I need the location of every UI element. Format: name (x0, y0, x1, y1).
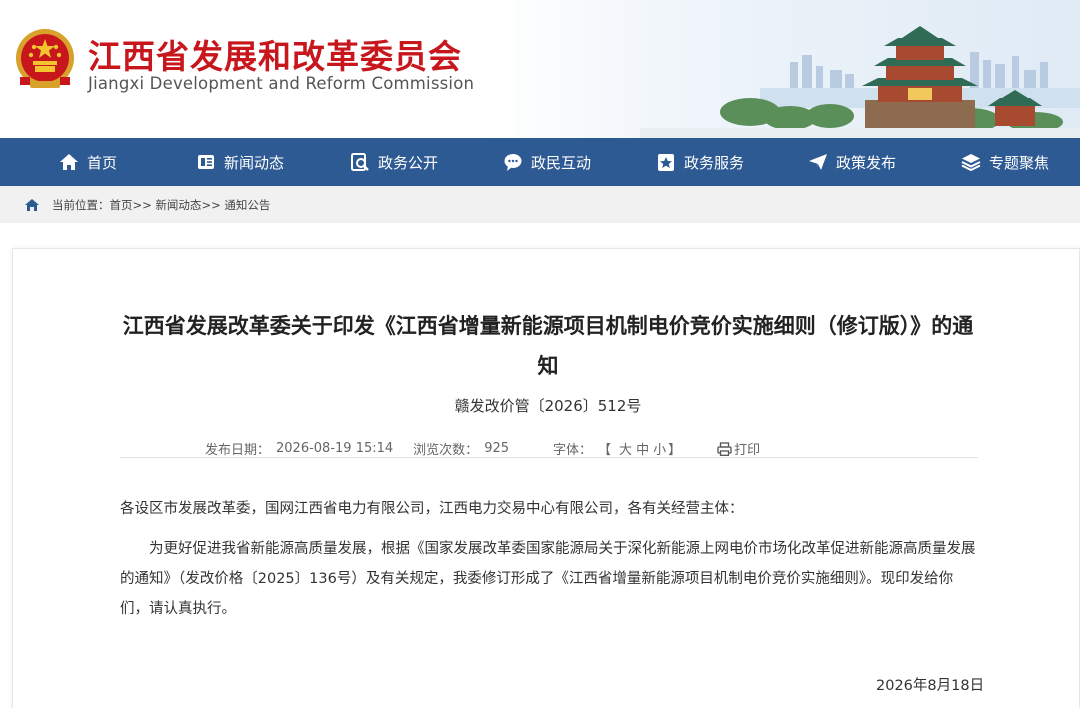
breadcrumb-link-notices[interactable]: 通知公告 (224, 198, 270, 212)
signature-date: 2026年8月18日 (876, 678, 985, 694)
font-large-button[interactable]: 大 (619, 443, 632, 458)
nav-item-label: 政务公开 (378, 153, 439, 172)
site-subtitle: Jiangxi Development and Reform Commissio… (88, 74, 475, 93)
location-home-icon (25, 199, 39, 211)
nav-item-label: 政民互动 (531, 153, 592, 172)
search-doc-icon (351, 153, 369, 171)
document-number: 赣发改价管〔2026〕512号 (454, 397, 642, 415)
nav-item-label: 政策发布 (836, 153, 897, 172)
site-title: 江西省发展和改革委员会 (88, 37, 462, 76)
font-small-button[interactable]: 小 (653, 443, 666, 458)
publish-date-label: 发布日期： (205, 443, 271, 458)
nav-item-label: 专题聚焦 (989, 153, 1050, 172)
nav-item-label: 政务服务 (684, 153, 745, 172)
main-nav: 首页 新闻动态 政务公开 政民互动 政务服务 政策发布 专题聚焦 (0, 138, 1080, 186)
layers-icon (961, 154, 981, 172)
nav-item-home[interactable]: 首页 (59, 138, 117, 186)
meta-divider (120, 457, 978, 458)
nav-item-label: 新闻动态 (224, 153, 285, 172)
news-icon (198, 155, 214, 169)
article-body-paragraph: 为更好促进我省新能源高质量发展，根据《国家发展改革委国家能源局关于深化新能源上网… (120, 541, 976, 617)
breadcrumb-separator: >> (132, 198, 152, 212)
article-salutation: 各设区市发展改革委，国网江西省电力有限公司，江西电力交易中心有限公司，各有关经营… (120, 501, 744, 517)
tengwang-pavilion-scenery (640, 26, 1080, 138)
article-title: 江西省发展改革委关于印发《江西省增量新能源项目机制电价竞价实施细则（修订版）》的… (122, 314, 974, 378)
site-header: 江西省发展和改革委员会 Jiangxi Development and Refo… (0, 0, 1080, 138)
font-medium-button[interactable]: 中 (636, 443, 649, 458)
font-size-switcher: 【大中小】 (598, 439, 687, 458)
chat-icon (504, 154, 522, 171)
printer-icon (717, 441, 732, 456)
print-label: 打印 (734, 443, 761, 458)
breadcrumb-prefix: 当前位置： (52, 198, 110, 212)
view-count: 925 (484, 441, 510, 456)
breadcrumb-bar: 当前位置：首页>> 新闻动态>> 通知公告 (0, 186, 1080, 223)
nav-item-services[interactable]: 政务服务 (656, 138, 744, 186)
print-button[interactable]: 打印 (717, 439, 766, 458)
nav-item-label: 首页 (87, 153, 118, 172)
national-emblem-icon (16, 29, 74, 88)
publish-date: 2026-08-19 15:14 (276, 441, 394, 456)
nav-item-gov-open[interactable]: 政务公开 (350, 138, 438, 186)
paper-plane-icon (809, 154, 827, 170)
breadcrumb-separator: >> (201, 198, 221, 212)
nav-item-interaction[interactable]: 政民互动 (503, 138, 591, 186)
nav-item-news[interactable]: 新闻动态 (196, 138, 284, 186)
home-icon (60, 154, 78, 170)
article-meta: 发布日期： 2026-08-19 15:14 浏览次数： 925 字体： 【大中… (205, 439, 772, 458)
bracket-open: 【 (598, 443, 612, 458)
breadcrumb: 当前位置：首页>> 新闻动态>> 通知公告 (52, 197, 270, 213)
nav-item-policy[interactable]: 政策发布 (808, 138, 896, 186)
font-size-label: 字体： (553, 443, 593, 458)
breadcrumb-link-home[interactable]: 首页 (110, 198, 133, 212)
bracket-close: 】 (668, 443, 682, 458)
view-count-label: 浏览次数： (413, 443, 479, 458)
star-badge-icon (658, 154, 674, 171)
breadcrumb-link-news[interactable]: 新闻动态 (155, 198, 201, 212)
nav-item-topics[interactable]: 专题聚焦 (961, 138, 1049, 186)
